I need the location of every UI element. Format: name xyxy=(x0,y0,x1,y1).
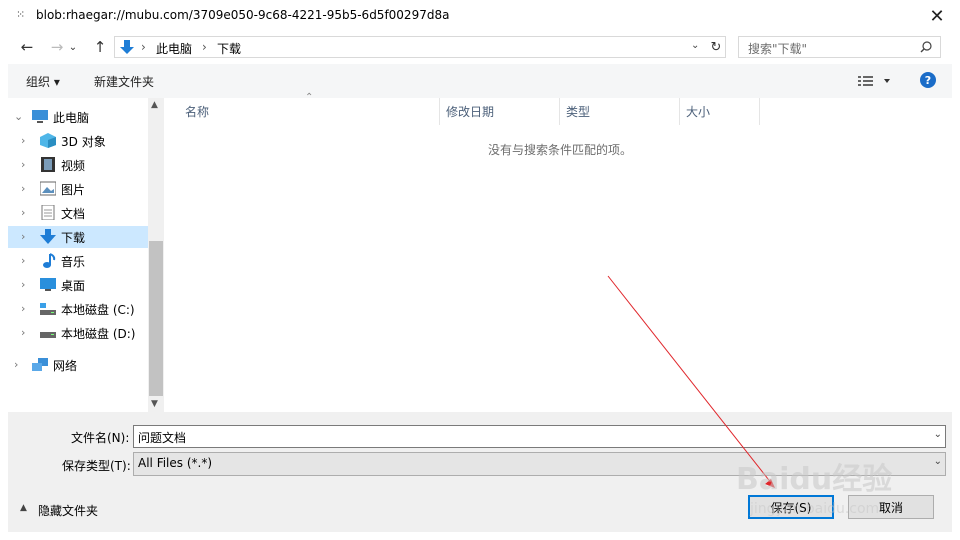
breadcrumb-this-pc[interactable]: 此电脑 xyxy=(156,40,192,57)
scroll-down-icon[interactable]: ▼ xyxy=(151,399,158,409)
watermark-subtext: jingyan.baidu.com xyxy=(749,501,879,517)
baidu-watermark: Baidu经验 jingyan.baidu.com xyxy=(736,455,916,519)
nav-item-3d-objects[interactable]: › 3D 对象 xyxy=(8,130,148,152)
filename-label: 文件名(N): xyxy=(71,431,130,445)
address-bar[interactable]: › 此电脑 › 下载 ⌄ xyxy=(114,36,726,58)
collapse-up-icon: ▲ xyxy=(20,503,27,513)
organize-menu-button[interactable]: 组织 ▾ xyxy=(26,73,60,90)
close-button[interactable]: ✕ xyxy=(920,2,954,30)
nav-item-drive-d[interactable]: › 本地磁盘 (D:) xyxy=(8,322,148,344)
nav-item-network[interactable]: › 网络 xyxy=(8,354,148,376)
downloads-location-icon xyxy=(120,40,134,54)
breadcrumb-separator-icon: › xyxy=(202,40,207,54)
pc-icon xyxy=(32,110,48,123)
chevron-right-icon: › xyxy=(21,182,26,195)
chevron-right-icon: › xyxy=(21,278,26,291)
search-icon xyxy=(920,41,932,53)
baidu-paw-logo: Baidu经验 jingyan.baidu.com xyxy=(736,462,892,517)
nav-item-drive-c[interactable]: › 本地磁盘 (C:) xyxy=(8,298,148,320)
address-history-dropdown-icon[interactable]: ⌄ xyxy=(691,40,699,51)
chevron-right-icon: › xyxy=(14,358,19,371)
refresh-button[interactable]: ↻ xyxy=(705,36,727,58)
music-icon xyxy=(43,253,56,268)
chevron-right-icon: › xyxy=(21,230,26,243)
column-divider[interactable] xyxy=(759,98,760,125)
breadcrumb-separator-icon: › xyxy=(141,40,146,54)
filename-input[interactable]: 问题文档 ⌄ xyxy=(133,425,946,448)
nav-item-label: 此电脑 xyxy=(53,111,90,125)
watermark-text: Baidu经验 xyxy=(736,462,892,497)
chevron-down-icon[interactable]: ⌄ xyxy=(934,429,942,440)
refresh-icon: ↻ xyxy=(710,39,722,55)
nav-item-documents[interactable]: › 文档 xyxy=(8,202,148,224)
network-icon xyxy=(32,358,48,371)
nav-item-label: 本地磁盘 (D:) xyxy=(61,327,136,341)
breadcrumb-downloads[interactable]: 下载 xyxy=(217,40,241,57)
nav-item-music[interactable]: › 音乐 xyxy=(8,250,148,272)
nav-item-label: 3D 对象 xyxy=(61,135,106,149)
nav-item-label: 音乐 xyxy=(61,255,86,269)
chevron-right-icon: › xyxy=(21,158,26,171)
nav-item-label: 网络 xyxy=(53,359,78,373)
forward-arrow-icon: → xyxy=(50,38,64,56)
drive-c-icon xyxy=(40,303,56,315)
column-divider[interactable] xyxy=(679,98,680,125)
filetype-value: All Files (*.*) xyxy=(138,456,213,470)
column-divider[interactable] xyxy=(439,98,440,125)
nav-item-label: 文档 xyxy=(61,207,86,221)
nav-item-label: 桌面 xyxy=(61,279,86,293)
nav-item-desktop[interactable]: › 桌面 xyxy=(8,274,148,296)
nav-item-label: 下载 xyxy=(61,231,86,245)
hide-folders-label: 隐藏文件夹 xyxy=(38,504,99,518)
column-divider[interactable] xyxy=(559,98,560,125)
window-app-icon: ⁙ xyxy=(16,8,26,21)
nav-item-label: 本地磁盘 (C:) xyxy=(61,303,135,317)
up-arrow-icon: ↑ xyxy=(93,38,107,56)
scroll-up-icon[interactable]: ▲ xyxy=(151,100,158,110)
chevron-right-icon: › xyxy=(21,302,26,315)
chevron-right-icon: › xyxy=(21,254,26,267)
nav-item-videos[interactable]: › 视频 xyxy=(8,154,148,176)
view-options-icon xyxy=(858,76,890,86)
column-header-size[interactable]: 大小 xyxy=(686,103,710,120)
chevron-down-icon: ⌄ xyxy=(933,456,942,467)
column-header-name[interactable]: 名称 xyxy=(185,103,209,120)
pictures-icon xyxy=(40,181,56,196)
close-icon: ✕ xyxy=(929,5,945,27)
chevron-right-icon: › xyxy=(21,326,26,339)
back-arrow-icon: ← xyxy=(20,38,34,56)
3d-objects-icon xyxy=(40,133,56,148)
recent-locations-button[interactable]: ⌄ xyxy=(66,36,80,58)
view-options-button[interactable] xyxy=(858,74,894,88)
nav-item-pictures[interactable]: › 图片 xyxy=(8,178,148,200)
documents-icon xyxy=(41,205,55,220)
downloads-icon xyxy=(40,229,56,244)
nav-item-label: 视频 xyxy=(61,159,86,173)
forward-button[interactable]: → xyxy=(46,36,68,58)
new-folder-button[interactable]: 新建文件夹 xyxy=(94,73,154,90)
nav-scrollbar-thumb[interactable] xyxy=(149,241,163,396)
filetype-label: 保存类型(T): xyxy=(62,459,131,473)
sort-ascending-icon: ⌃ xyxy=(305,92,314,103)
search-placeholder: 搜索"下载" xyxy=(748,42,808,56)
search-box[interactable]: 搜索"下载" xyxy=(738,36,941,58)
drive-d-icon xyxy=(40,332,56,338)
nav-item-downloads[interactable]: › 下载 xyxy=(8,226,148,248)
help-button[interactable]: ? xyxy=(920,72,936,88)
column-header-type[interactable]: 类型 xyxy=(566,103,590,120)
empty-folder-message: 没有与搜索条件匹配的项。 xyxy=(488,143,633,157)
chevron-right-icon: › xyxy=(21,134,26,147)
nav-item-this-pc[interactable]: ⌄ 此电脑 xyxy=(8,106,148,128)
window-title: blob:rhaegar://mubu.com/3709e050-9c68-42… xyxy=(36,8,450,22)
videos-icon xyxy=(41,157,55,172)
nav-item-label: 图片 xyxy=(61,183,86,197)
chevron-down-icon: ⌄ xyxy=(68,41,78,53)
desktop-icon xyxy=(40,278,56,291)
chevron-down-icon: ⌄ xyxy=(14,110,24,123)
up-button[interactable]: ↑ xyxy=(89,36,111,58)
filename-value: 问题文档 xyxy=(138,431,187,445)
back-button[interactable]: ← xyxy=(16,36,38,58)
chevron-right-icon: › xyxy=(21,206,26,219)
column-header-modified[interactable]: 修改日期 xyxy=(446,103,494,120)
